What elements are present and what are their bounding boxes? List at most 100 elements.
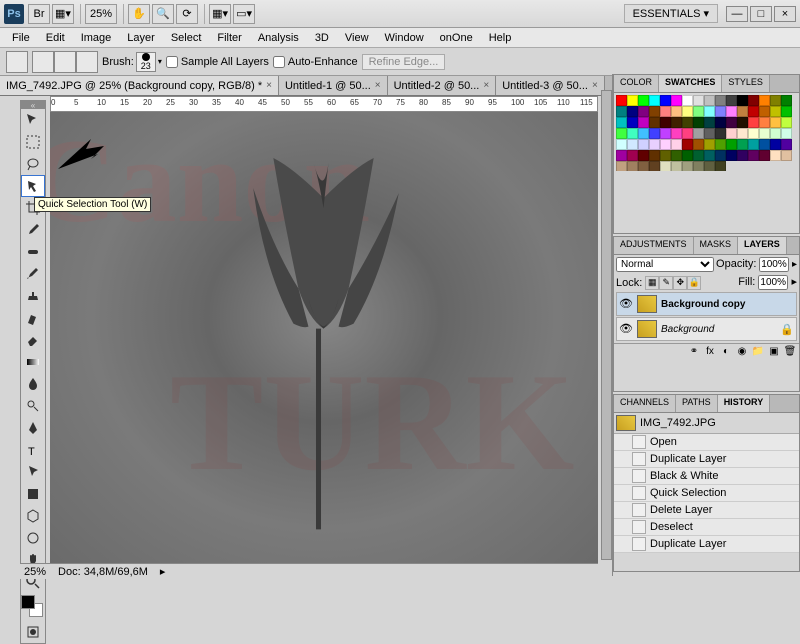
pen-tool[interactable] <box>21 417 45 439</box>
tab-layers[interactable]: LAYERS <box>738 237 787 254</box>
document-tab[interactable]: Untitled-3 @ 50...× <box>496 76 605 95</box>
gradient-tool[interactable] <box>21 351 45 373</box>
swatch[interactable] <box>715 128 726 139</box>
close-tab-icon[interactable]: × <box>483 80 489 91</box>
swatch[interactable] <box>726 106 737 117</box>
swatch[interactable] <box>693 95 704 106</box>
swatch[interactable] <box>704 161 715 171</box>
swatch[interactable] <box>781 150 792 161</box>
tab-history[interactable]: HISTORY <box>718 395 771 412</box>
swatch[interactable] <box>616 117 627 128</box>
swatch[interactable] <box>616 106 627 117</box>
layer-thumbnail[interactable] <box>637 320 657 338</box>
link-layers-icon[interactable]: ⚭ <box>687 346 701 360</box>
opacity-input[interactable] <box>759 257 789 272</box>
swatch[interactable] <box>704 128 715 139</box>
add-selection-icon[interactable] <box>54 51 76 73</box>
history-item[interactable]: Open <box>614 434 799 451</box>
quick-mask-toggle[interactable] <box>21 621 45 643</box>
swatch[interactable] <box>660 106 671 117</box>
swatch[interactable] <box>627 150 638 161</box>
swatch[interactable] <box>748 95 759 106</box>
new-selection-icon[interactable] <box>32 51 54 73</box>
menu-view[interactable]: View <box>337 30 377 46</box>
swatch[interactable] <box>759 128 770 139</box>
swatch[interactable] <box>627 139 638 150</box>
rotate-view-shortcut[interactable]: ⟳ <box>176 4 198 24</box>
history-brush-tool[interactable] <box>21 307 45 329</box>
swatch[interactable] <box>671 139 682 150</box>
swatch[interactable] <box>726 150 737 161</box>
swatch[interactable] <box>616 128 627 139</box>
swatch[interactable] <box>627 95 638 106</box>
swatch[interactable] <box>671 95 682 106</box>
lasso-tool[interactable] <box>21 153 45 175</box>
swatch[interactable] <box>638 95 649 106</box>
history-item[interactable]: Delete Layer <box>614 502 799 519</box>
arrange-docs-button[interactable]: ▦▾ <box>209 4 231 24</box>
swatch[interactable] <box>704 106 715 117</box>
swatch[interactable] <box>627 106 638 117</box>
swatch[interactable] <box>671 106 682 117</box>
tab-color[interactable]: COLOR <box>614 75 659 92</box>
layer-item[interactable]: 👁 Background 🔒 <box>616 317 797 341</box>
menu-filter[interactable]: Filter <box>209 30 249 46</box>
layer-item[interactable]: 👁 Background copy <box>616 292 797 316</box>
document-tab[interactable]: IMG_7492.JPG @ 25% (Background copy, RGB… <box>0 76 279 95</box>
adjustment-layer-icon[interactable]: ◉ <box>735 346 749 360</box>
visibility-icon[interactable]: 👁 <box>619 297 633 311</box>
delete-layer-icon[interactable]: 🗑 <box>783 346 797 360</box>
visibility-icon[interactable]: 👁 <box>619 322 633 336</box>
swatch[interactable] <box>638 106 649 117</box>
layer-group-icon[interactable]: 📁 <box>751 346 765 360</box>
swatch[interactable] <box>649 128 660 139</box>
subtract-selection-icon[interactable] <box>76 51 98 73</box>
swatch[interactable] <box>737 128 748 139</box>
swatch[interactable] <box>759 95 770 106</box>
zoom-tool-shortcut[interactable]: 🔍 <box>152 4 174 24</box>
hand-tool-shortcut[interactable]: ✋ <box>128 4 150 24</box>
view-extras-button[interactable]: ▦▾ <box>52 4 74 24</box>
swatch[interactable] <box>660 95 671 106</box>
quick-selection-tool[interactable] <box>21 175 45 197</box>
swatch[interactable] <box>671 161 682 171</box>
swatch[interactable] <box>638 139 649 150</box>
swatch[interactable] <box>715 117 726 128</box>
history-snapshot[interactable]: IMG_7492.JPG <box>614 413 799 434</box>
tab-paths[interactable]: PATHS <box>676 395 718 412</box>
swatch[interactable] <box>748 117 759 128</box>
collapsed-panel-dock[interactable] <box>601 90 612 560</box>
swatch[interactable] <box>748 139 759 150</box>
swatch[interactable] <box>759 139 770 150</box>
swatch[interactable] <box>649 95 660 106</box>
swatch[interactable] <box>649 139 660 150</box>
swatch[interactable] <box>759 106 770 117</box>
swatch[interactable] <box>671 150 682 161</box>
swatch[interactable] <box>660 117 671 128</box>
swatch[interactable] <box>671 117 682 128</box>
swatch[interactable] <box>748 106 759 117</box>
healing-brush-tool[interactable] <box>21 241 45 263</box>
swatch[interactable] <box>682 139 693 150</box>
refine-edge-button[interactable]: Refine Edge... <box>362 54 446 70</box>
swatch[interactable] <box>770 150 781 161</box>
move-tool[interactable] <box>21 109 45 131</box>
swatch[interactable] <box>726 128 737 139</box>
tab-styles[interactable]: STYLES <box>722 75 770 92</box>
brush-picker[interactable]: 23 <box>136 52 156 72</box>
path-selection-tool[interactable] <box>21 461 45 483</box>
swatch[interactable] <box>726 95 737 106</box>
blur-tool[interactable] <box>21 373 45 395</box>
swatch[interactable] <box>649 117 660 128</box>
swatch[interactable] <box>638 128 649 139</box>
blend-mode-select[interactable]: Normal <box>616 257 714 272</box>
canvas[interactable]: Canon TURK <box>50 112 598 566</box>
swatch[interactable] <box>715 150 726 161</box>
dodge-tool[interactable] <box>21 395 45 417</box>
menu-help[interactable]: Help <box>481 30 520 46</box>
swatch[interactable] <box>660 139 671 150</box>
swatch[interactable] <box>638 161 649 171</box>
swatch[interactable] <box>759 117 770 128</box>
swatch[interactable] <box>759 150 770 161</box>
swatch[interactable] <box>693 117 704 128</box>
